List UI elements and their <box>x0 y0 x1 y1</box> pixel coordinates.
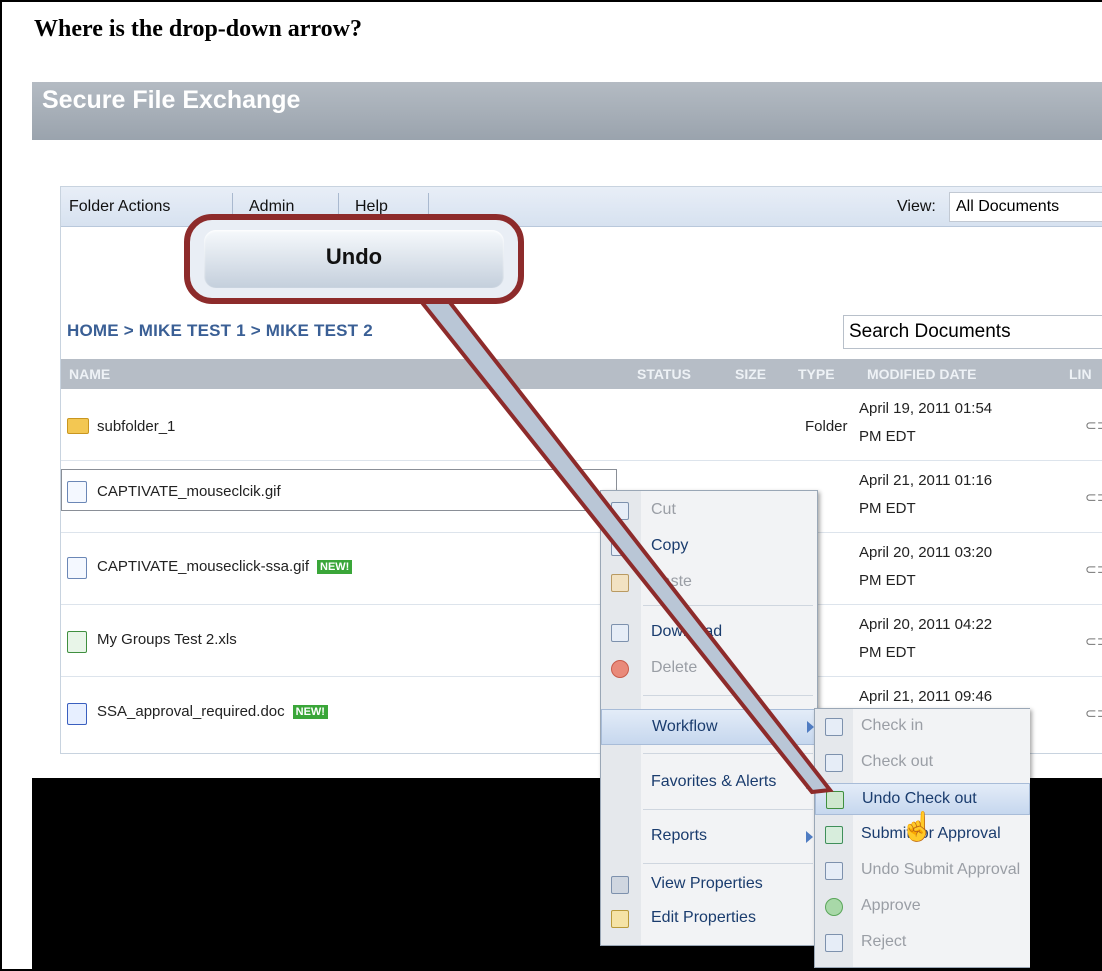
callout-inner: Undo <box>204 230 504 288</box>
callout-pointer-shape <box>415 298 834 795</box>
callout-bubble: Undo <box>184 214 524 304</box>
callout-text: Undo <box>325 244 383 269</box>
hand-cursor-icon: ☝ <box>900 811 935 842</box>
callout-pointer <box>415 298 834 795</box>
